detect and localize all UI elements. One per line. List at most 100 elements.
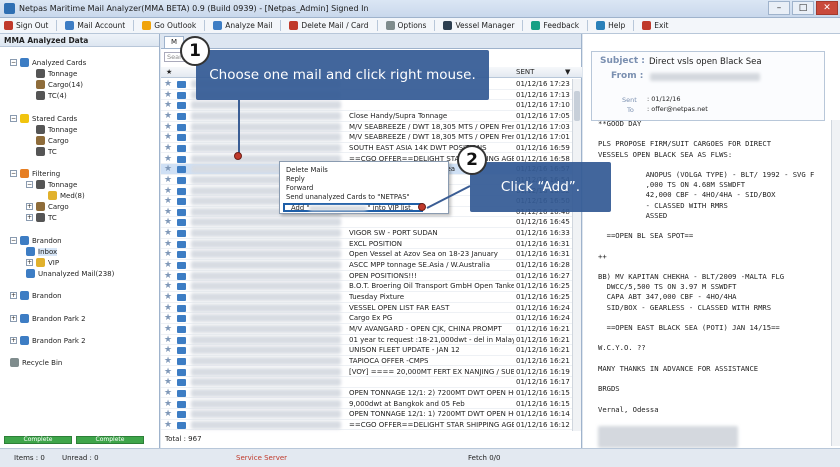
tree-node[interactable]: TC — [36, 147, 57, 156]
tree-node[interactable]: Tonnage — [36, 69, 77, 78]
tree-node[interactable]: TC(4) — [36, 91, 67, 100]
star-icon[interactable]: ★ — [164, 143, 172, 153]
star-icon[interactable]: ★ — [164, 239, 172, 249]
tree-node[interactable]: Cargo(14) — [36, 80, 83, 89]
collapse-icon[interactable]: − — [10, 59, 17, 66]
toolbar-button[interactable]: Delete Mail / Card — [289, 21, 369, 30]
star-icon[interactable]: ★ — [164, 217, 172, 227]
mail-row[interactable]: ★ Tuesday Pixture 01/12/16 16:25 — [161, 292, 573, 303]
star-icon[interactable]: ★ — [164, 90, 172, 100]
column-sent[interactable]: SENT — [516, 68, 534, 76]
mail-row[interactable]: ★ M/V SEABREEZE / DWT 18,305 MTS / OPEN F… — [161, 122, 573, 133]
star-icon[interactable]: ★ — [164, 175, 172, 185]
collapse-icon[interactable]: − — [10, 170, 17, 177]
star-icon[interactable]: ★ — [164, 100, 172, 110]
mail-row[interactable]: ★ EXCL POSITION 01/12/16 16:31 — [161, 239, 573, 250]
tree-node[interactable]: − Brandon — [10, 236, 62, 245]
tree-node[interactable]: − Analyzed Cards — [10, 58, 86, 67]
star-icon[interactable]: ★ — [164, 377, 172, 387]
toolbar-button[interactable]: Vessel Manager — [443, 21, 514, 30]
star-icon[interactable]: ★ — [164, 399, 172, 409]
mail-row[interactable]: ★ Cargo Ex PG 01/12/16 16:24 — [161, 313, 573, 324]
star-icon[interactable]: ★ — [164, 207, 172, 217]
menu-item-add-vip[interactable]: Add " " into VIP list. — [283, 203, 423, 212]
star-icon[interactable]: ★ — [164, 271, 172, 281]
star-icon[interactable]: ★ — [164, 132, 172, 142]
tree-node[interactable]: + TC — [26, 213, 57, 222]
mail-row[interactable]: ★ UNISON FLEET UPDATE - JAN 12 01/12/16 16… — [161, 345, 573, 356]
mail-row[interactable]: ★ TAPIOCA OFFER -CMPS 01/12/16 16:21 — [161, 356, 573, 367]
star-icon[interactable]: ★ — [164, 345, 172, 355]
star-icon[interactable]: ★ — [164, 228, 172, 238]
tree-node[interactable]: + Brandon Park 2 — [10, 336, 86, 345]
mail-row[interactable]: ★ OPEN TONNAGE 12/1: 1) 7200MT DWT OPEN H… — [161, 409, 573, 420]
star-icon[interactable]: ★ — [164, 409, 172, 419]
expand-icon[interactable]: + — [10, 292, 17, 299]
star-icon[interactable]: ★ — [164, 292, 172, 302]
menu-item-forward[interactable]: Forward — [280, 184, 448, 193]
toolbar-button[interactable]: Feedback — [531, 21, 579, 30]
mail-row[interactable]: ★ SOUTH EAST ASIA 14K DWT POSITIONS 01/12/… — [161, 143, 573, 154]
star-icon[interactable]: ★ — [164, 303, 172, 313]
tree-node[interactable]: − Stared Cards — [10, 114, 77, 123]
toolbar-button[interactable]: Mail Account — [65, 21, 125, 30]
star-icon[interactable]: ★ — [164, 260, 172, 270]
collapse-icon[interactable]: − — [10, 237, 17, 244]
sort-down-icon[interactable]: ▼ — [565, 68, 570, 76]
star-icon[interactable]: ★ — [164, 324, 172, 334]
star-icon[interactable]: ★ — [164, 249, 172, 259]
star-icon[interactable]: ★ — [164, 122, 172, 132]
toolbar-button[interactable]: Analyze Mail — [213, 21, 272, 30]
mail-row[interactable]: ★ 9,000dwt at Bangkok and 05 Feb 01/12/16 … — [161, 399, 573, 410]
menu-item-delete-mails[interactable]: Delete Mails — [280, 166, 448, 175]
mail-row[interactable]: ★ [VOY] ==== 20,000MT FERT EX NANJING / S… — [161, 367, 573, 378]
scrollbar[interactable] — [572, 79, 581, 431]
expand-icon[interactable]: + — [26, 203, 33, 210]
star-icon[interactable]: ★ — [164, 356, 172, 366]
mail-row[interactable]: ★ Close Handy/Supra Tonnage 01/12/16 17:05 — [161, 111, 573, 122]
mail-row[interactable]: ★ VIGOR SW - PORT SUDAN 01/12/16 16:33 — [161, 228, 573, 239]
mail-row[interactable]: ★ OPEN POSITIONS!!! 01/12/16 16:27 — [161, 271, 573, 282]
toolbar-button[interactable]: Help — [596, 21, 625, 30]
star-icon[interactable]: ★ — [164, 367, 172, 377]
expand-icon[interactable]: + — [10, 337, 17, 344]
toolbar-button[interactable]: Options — [385, 21, 426, 30]
scrollbar-thumb[interactable] — [574, 91, 580, 121]
collapse-icon[interactable]: − — [10, 115, 17, 122]
toolbar-button[interactable]: Go Outlook — [142, 21, 196, 30]
mail-row[interactable]: ★ OPEN TONNAGE 12/1: 2) 7200MT DWT OPEN H… — [161, 388, 573, 399]
mail-row[interactable]: ★ VESSEL OPEN LIST FAR EAST 01/12/16 16:24 — [161, 303, 573, 314]
mail-row[interactable]: ★ B.O.T. Broering Oil Transport GmbH Open… — [161, 281, 573, 292]
star-column-icon[interactable]: ★ — [166, 68, 172, 76]
tree-node[interactable]: + VIP — [26, 258, 59, 267]
star-icon[interactable]: ★ — [164, 111, 172, 121]
star-icon[interactable]: ★ — [164, 420, 172, 430]
star-icon[interactable]: ★ — [164, 388, 172, 398]
star-icon[interactable]: ★ — [164, 313, 172, 323]
toolbar-button[interactable]: Exit — [642, 21, 668, 30]
tree-node[interactable]: Recycle Bin — [10, 358, 62, 367]
tree-node[interactable]: Inbox — [26, 247, 58, 256]
tree-node[interactable]: Cargo — [36, 136, 69, 145]
toolbar-button[interactable]: Sign Out — [4, 21, 48, 30]
mail-row[interactable]: ★ ==CGO OFFER==DELIGHT STAR SHIPPING AGEN… — [161, 420, 573, 431]
mail-row[interactable]: ★ 01/12/16 16:45 — [161, 217, 573, 229]
tree-node[interactable]: Tonnage — [36, 125, 77, 134]
star-icon[interactable]: ★ — [164, 154, 172, 164]
expand-icon[interactable]: + — [26, 214, 33, 221]
mail-row[interactable]: ★ 01/12/16 16:17 — [161, 377, 573, 388]
expand-icon[interactable]: + — [10, 315, 17, 322]
preview-scrollbar[interactable] — [831, 120, 840, 446]
menu-item-reply[interactable]: Reply — [280, 175, 448, 184]
maximize-button[interactable]: □ — [792, 1, 814, 15]
tree-node[interactable]: − Filtering — [10, 169, 60, 178]
star-icon[interactable]: ★ — [164, 79, 172, 89]
menu-item-send-unanalyzed[interactable]: Send unanalyzed Cards to "NETPAS" — [280, 193, 448, 202]
star-icon[interactable]: ★ — [164, 164, 172, 174]
close-button[interactable]: ✕ — [816, 1, 838, 15]
tree-node[interactable]: + Cargo — [26, 202, 69, 211]
collapse-icon[interactable]: − — [26, 181, 33, 188]
mail-row[interactable]: ★ 01 year tc request :18-21,000dwt - del … — [161, 335, 573, 346]
minimize-button[interactable]: – — [768, 1, 790, 15]
mail-row[interactable]: ★ M/V AVANGARD - OPEN CJK, CHINA PROMPT 01… — [161, 324, 573, 335]
